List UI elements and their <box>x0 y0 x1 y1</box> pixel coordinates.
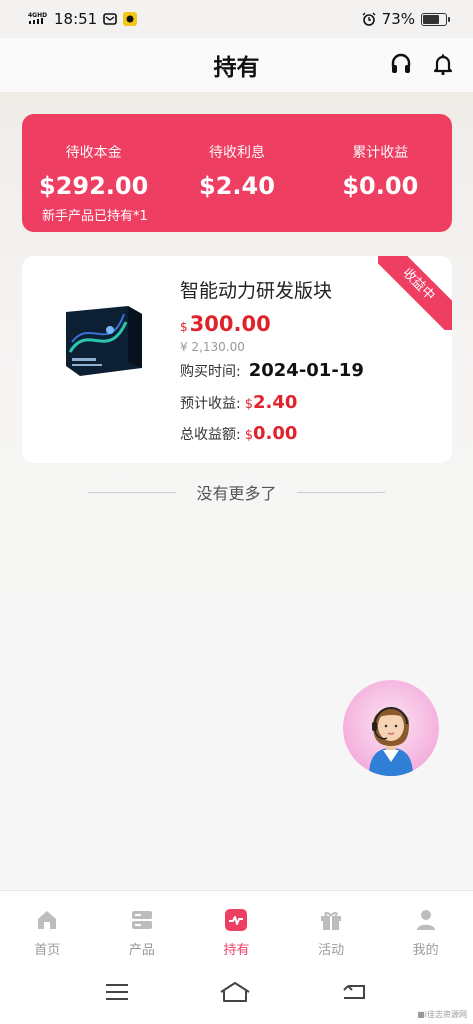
menu-icon[interactable] <box>105 983 129 1005</box>
product-name: 智能动力研发版块 <box>180 280 333 302</box>
user-icon <box>413 907 439 933</box>
total-earnings-label: 累计收益 <box>352 145 409 161</box>
total-income-row: 总收益额: $ 0.00 <box>180 423 297 444</box>
home-button-icon[interactable] <box>219 981 251 1007</box>
status-ribbon: 收益中 <box>378 256 452 330</box>
expected-income-label: 预计收益: <box>180 396 241 412</box>
expected-income-currency: $ <box>244 397 253 412</box>
holdings-summary-card: 待收本金 $292.00 待收利息 $2.40 累计收益 $0.00 新手产品已… <box>22 114 452 232</box>
holding-product-card[interactable]: 收益中 智能动力研发版块 $ 300.00 ¥ 2,130.00 购买时间: 2… <box>22 256 452 463</box>
gift-icon <box>318 907 344 933</box>
signal-icon: 4GHD <box>28 11 48 27</box>
pending-principal-label: 待收本金 <box>65 145 122 161</box>
tab-holdings-label: 持有 <box>223 943 250 958</box>
pending-interest-label: 待收利息 <box>208 145 265 161</box>
bell-icon[interactable] <box>429 50 457 78</box>
customer-service-avatar-button[interactable] <box>343 680 439 776</box>
expected-income-value: 2.40 <box>253 392 298 413</box>
product-price: $ 300.00 <box>180 312 271 336</box>
tab-activities-label: 活动 <box>318 943 345 958</box>
pending-interest-value: $2.40 <box>199 172 275 200</box>
divider <box>296 491 385 493</box>
original-price: ¥ 2,130.00 <box>180 340 245 354</box>
tab-home[interactable]: 首页 <box>0 891 95 964</box>
home-icon <box>34 907 60 933</box>
purchase-time-label: 购买时间: <box>180 364 241 380</box>
tab-holdings[interactable]: 持有 <box>189 891 284 964</box>
tab-mine[interactable]: 我的 <box>378 891 473 964</box>
mail-icon <box>103 12 118 26</box>
total-earnings-value: $0.00 <box>342 172 419 200</box>
total-income-currency: $ <box>244 428 253 443</box>
page-title: 持有 <box>213 55 260 81</box>
pending-principal-value: $292.00 <box>39 172 149 200</box>
back-icon[interactable] <box>342 982 368 1006</box>
headset-icon[interactable] <box>387 50 415 78</box>
price-value: 300.00 <box>189 312 271 336</box>
status-bar: 4GHD 18:51 73% <box>0 0 473 38</box>
alarm-icon <box>362 12 376 26</box>
app-header: 持有 <box>0 38 473 92</box>
tab-home-label: 首页 <box>34 943 61 958</box>
holdings-icon <box>223 907 249 933</box>
newbie-product-note: 新手产品已持有*1 <box>42 209 148 224</box>
battery-icon <box>421 12 450 26</box>
tab-products-label: 产品 <box>128 943 155 958</box>
divider <box>88 491 177 493</box>
tab-activities[interactable]: 活动 <box>284 891 379 964</box>
expected-income-row: 预计收益: $ 2.40 <box>180 392 297 413</box>
purchase-time-value: 2024-01-19 <box>248 360 364 381</box>
purchase-time-row: 购买时间: 2024-01-19 <box>180 360 364 381</box>
bottom-tab-bar: 首页 产品 持有 活动 我的 <box>0 890 473 964</box>
svg-text:4GHD: 4GHD <box>28 12 47 19</box>
price-currency: $ <box>180 320 188 334</box>
list-end-indicator: 没有更多了 <box>0 480 473 504</box>
product-image <box>58 292 148 382</box>
battery-percent: 73% <box>381 10 415 28</box>
customer-service-agent-icon <box>369 707 413 776</box>
status-time: 18:51 <box>54 10 98 28</box>
tab-products[interactable]: 产品 <box>95 891 190 964</box>
watermark: ■i佳志资源网 <box>417 1010 467 1019</box>
status-badge: 收益中 <box>378 256 452 330</box>
pending-interest: 待收利息 $2.40 <box>165 142 308 200</box>
products-icon <box>129 907 155 933</box>
total-earnings: 累计收益 $0.00 <box>309 142 452 200</box>
app-notification-icon <box>123 12 138 26</box>
no-more-text: 没有更多了 <box>196 484 277 503</box>
system-navigation-bar: ■i佳志资源网 <box>0 964 473 1024</box>
total-income-value: 0.00 <box>253 423 298 444</box>
pending-principal: 待收本金 $292.00 <box>22 142 165 200</box>
tab-mine-label: 我的 <box>412 943 439 958</box>
total-income-label: 总收益额: <box>180 427 241 443</box>
